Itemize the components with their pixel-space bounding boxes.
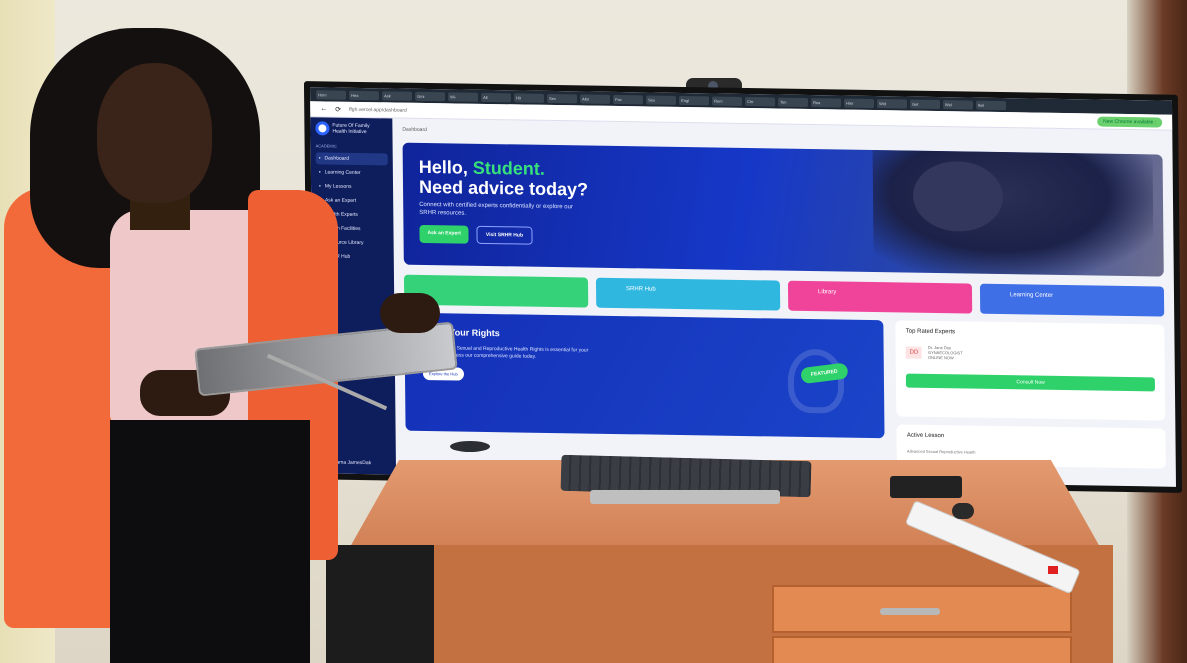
browser-tab[interactable]: Wi- (448, 91, 479, 102)
experts-card: Top Rated Experts DD Dr. Jane Doe GYNAEC… (895, 320, 1166, 421)
keyboard-stand (590, 490, 780, 504)
sidebar-item-learning-center[interactable]: ▪ Learning Center (316, 166, 388, 179)
browser-tab[interactable]: Wel (942, 99, 974, 110)
browser-tab[interactable]: Rea (811, 97, 842, 108)
face (97, 63, 212, 203)
browser-tab[interactable]: Chr (745, 96, 776, 106)
drawer-handle (880, 608, 940, 615)
browser-tab[interactable]: Sex (646, 94, 677, 105)
section-label: ACADEMIC (315, 143, 337, 149)
browser-tab[interactable]: Gmi (415, 91, 446, 101)
url-text[interactable]: ffgh.vercel.app/dashboard (349, 106, 407, 113)
plug (952, 503, 974, 519)
browser-tab[interactable]: Sex (547, 93, 578, 103)
lesson-title: Active Lesson (906, 432, 945, 440)
hero-banner: Hello, Student. Need advice today? Conne… (402, 142, 1164, 277)
sidebar-item-my-lessons[interactable]: ▪ My Lessons (316, 180, 388, 193)
sidebar-item-label: My Lessons (324, 183, 352, 190)
lesson-item[interactable]: Advanced Sexual Reproductive Health (907, 449, 1156, 458)
power-switch (1048, 566, 1058, 574)
browser-tab[interactable]: Hom (316, 89, 347, 100)
browser-tab[interactable]: Hea (349, 90, 380, 100)
browser-tab[interactable]: Engl (679, 95, 710, 105)
browser-tab[interactable]: Get (909, 99, 941, 109)
quick-cards: SRHR Hub Library Learning Center (403, 274, 1165, 317)
rights-card: Know Your Rights Understanding Sexual an… (404, 312, 885, 439)
sidebar-item-label: Learning Center (324, 169, 361, 176)
router (890, 476, 962, 498)
rights-title: Know Your Rights (422, 326, 500, 339)
browser-tab[interactable]: Rem (712, 96, 743, 106)
logo: Future Of Family Health Initiative (315, 121, 387, 136)
logo-mark (315, 121, 330, 136)
back-icon[interactable]: ← (320, 105, 327, 112)
hero-subtitle: Connect with certified experts confident… (419, 201, 573, 217)
sidebar-item-label: Ask an Expert (324, 197, 357, 204)
grid-icon: ▪ (318, 155, 321, 162)
ask-expert-button[interactable]: Ask an Expert (419, 224, 469, 244)
expert-initials: DD (905, 346, 923, 359)
pants (110, 420, 310, 663)
consult-now-button[interactable]: Consult Now (906, 373, 1156, 392)
expert-status: ONLINE NOW (927, 354, 954, 361)
tv-monitor: Hom Hea Ask Gmi Wi- All Hit Sex Abo Fac Sex Engl Rem… (303, 81, 1183, 493)
refresh-icon[interactable]: ⟳ (335, 105, 341, 113)
browser-tab[interactable]: Ten (778, 97, 809, 107)
sidebar-item-dashboard[interactable]: ▪ Dashboard (315, 152, 388, 166)
quick-card[interactable]: Learning Center (979, 283, 1165, 317)
mouse (450, 441, 490, 452)
experts-title: Top Rated Experts (905, 328, 956, 336)
main-content: Dashboard Hello, Student. Need advice to… (392, 118, 1176, 486)
visit-hub-button[interactable]: Visit SRHR Hub (476, 225, 533, 245)
quick-card[interactable]: Library (787, 280, 973, 314)
browser-tab[interactable]: All (481, 92, 512, 102)
lessons-icon: ▪ (319, 183, 321, 190)
hero-name: Student. (472, 157, 545, 179)
logo-line2: Health Initiative (332, 128, 367, 136)
browser-tab[interactable]: Fac (613, 94, 644, 104)
sidebar-item-label: Dashboard (324, 155, 350, 162)
browser-tab[interactable]: Ikel (975, 100, 1007, 110)
hero-image (872, 150, 1154, 277)
desk-leg (326, 545, 434, 663)
tv-screen: Hom Hea Ask Gmi Wi- All Hit Sex Abo Fac Sex Engl Rem… (310, 87, 1176, 487)
browser-tab[interactable]: Hier (843, 98, 875, 108)
quick-card[interactable]: SRHR Hub (595, 277, 781, 311)
chrome-update-button[interactable]: New Chrome available : (1097, 116, 1163, 128)
pointing-hand (380, 293, 440, 333)
desk-drawer-lower (772, 636, 1072, 663)
browser-tab[interactable]: Abo (580, 93, 611, 104)
book-icon: ▪ (318, 169, 321, 176)
browser-tab[interactable]: Wid (876, 98, 908, 109)
photo-scene: Hom Hea Ask Gmi Wi- All Hit Sex Abo Fac Sex Engl Rem… (0, 0, 1187, 663)
browser-tab[interactable]: Ask (382, 90, 413, 101)
app-shell: Future Of Family Health Initiative ACADE… (310, 117, 1176, 487)
hero-headline: Need advice today? (418, 176, 589, 200)
breadcrumb: Dashboard (402, 126, 427, 134)
browser-tab[interactable]: Hit (514, 92, 545, 103)
